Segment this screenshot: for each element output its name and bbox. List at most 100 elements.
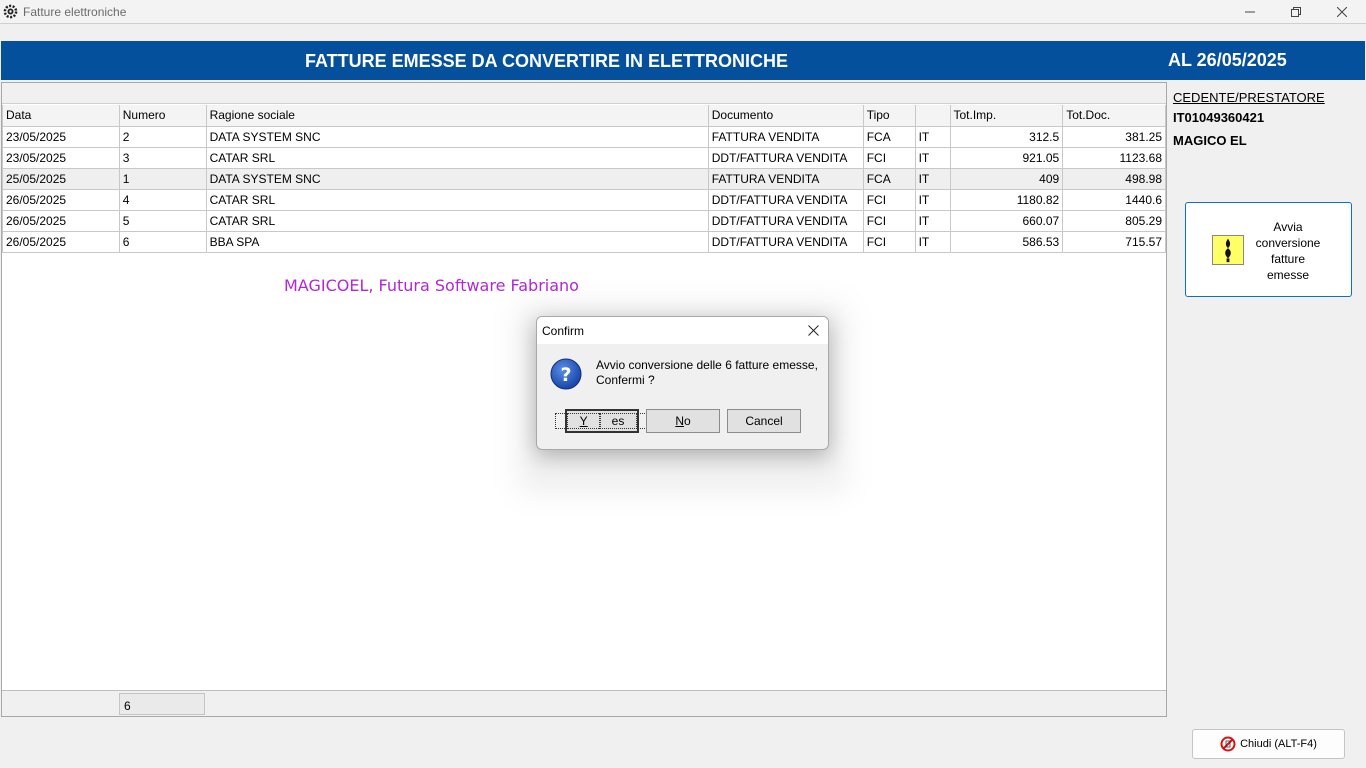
- col-header-data[interactable]: Data: [2, 105, 120, 127]
- close-icon: [807, 324, 819, 336]
- table-row-selected[interactable]: 25/05/2025 1 DATA SYSTEM SNC FATTURA VEN…: [2, 167, 1166, 190]
- cell-ragione-sociale: DATA SYSTEM SNC: [205, 167, 709, 190]
- confirm-dialog[interactable]: Confirm ? Avvio conversione delle 6 fatt…: [536, 316, 829, 450]
- window-title: Fatture elettroniche: [23, 5, 127, 19]
- col-header-tot-imp[interactable]: Tot.Imp.: [949, 105, 1064, 127]
- table-row[interactable]: 26/05/2025 4 CATAR SRL DDT/FATTURA VENDI…: [2, 188, 1166, 211]
- table-header-row: Data Numero Ragione sociale Documento Ti…: [2, 105, 1166, 127]
- col-header-tipo[interactable]: Tipo: [862, 105, 916, 127]
- cell-tot-doc: 1123.68: [1062, 146, 1166, 169]
- cell-data: 26/05/2025: [2, 230, 120, 253]
- col-header-ragione-sociale[interactable]: Ragione sociale: [205, 105, 709, 127]
- cell-ragione-sociale: DATA SYSTEM SNC: [205, 125, 709, 148]
- cell-numero: 5: [118, 209, 207, 232]
- cell-numero: 2: [118, 125, 207, 148]
- yes-mnemonic: Y: [566, 413, 601, 429]
- cancel-label: Cancel: [745, 414, 783, 428]
- table-row[interactable]: 26/05/2025 6 BBA SPA DDT/FATTURA VENDITA…: [2, 230, 1166, 253]
- no-button[interactable]: No: [646, 409, 720, 433]
- cell-tot-doc: 381.25: [1062, 125, 1166, 148]
- start-conversion-button[interactable]: Avvia conversione fatture emesse: [1185, 202, 1352, 297]
- col-header-numero[interactable]: Numero: [118, 105, 207, 127]
- cell-data: 23/05/2025: [2, 125, 120, 148]
- table-row[interactable]: 23/05/2025 2 DATA SYSTEM SNC FATTURA VEN…: [2, 125, 1166, 148]
- yes-button[interactable]: Yes: [554, 409, 650, 433]
- cell-tipo: FCI: [862, 188, 916, 211]
- cell-country: IT: [914, 146, 951, 169]
- close-icon: [1337, 7, 1347, 17]
- cell-documento: DDT/FATTURA VENDITA: [707, 188, 864, 211]
- cell-tot-imp: 921.05: [949, 146, 1064, 169]
- cell-numero: 6: [118, 230, 207, 253]
- cell-country: IT: [914, 188, 951, 211]
- question-icon: ?: [550, 358, 582, 390]
- restore-icon: [1291, 7, 1301, 17]
- svg-text:?: ?: [560, 364, 571, 386]
- cell-tipo: FCI: [862, 209, 916, 232]
- close-app-button[interactable]: Chiudi (ALT-F4): [1192, 729, 1345, 759]
- gear-icon: [3, 4, 18, 19]
- cell-tot-doc: 805.29: [1062, 209, 1166, 232]
- no-entry-icon: [1220, 736, 1236, 752]
- col-header-documento[interactable]: Documento: [707, 105, 864, 127]
- restore-button[interactable]: [1273, 0, 1319, 24]
- cell-documento: DDT/FATTURA VENDITA: [707, 230, 864, 253]
- cell-ragione-sociale: CATAR SRL: [205, 188, 709, 211]
- col-header-tot-doc[interactable]: Tot.Doc.: [1062, 105, 1166, 127]
- warning-icon: [1212, 235, 1244, 265]
- cell-data: 26/05/2025: [2, 188, 120, 211]
- dialog-title-bar: Confirm: [537, 317, 828, 344]
- cell-documento: FATTURA VENDITA: [707, 125, 864, 148]
- grid-group-strip: [2, 83, 1166, 104]
- cell-ragione-sociale: CATAR SRL: [205, 209, 709, 232]
- table-row[interactable]: 23/05/2025 3 CATAR SRL DDT/FATTURA VENDI…: [2, 146, 1166, 169]
- cell-numero: 1: [118, 167, 207, 190]
- no-mnemonic: N: [675, 414, 684, 428]
- cell-data: 23/05/2025: [2, 146, 120, 169]
- cell-tot-imp: 586.53: [949, 230, 1064, 253]
- close-window-button[interactable]: [1319, 0, 1365, 24]
- cell-tipo: FCA: [862, 125, 916, 148]
- invoice-table[interactable]: Data Numero Ragione sociale Documento Ti…: [2, 105, 1166, 253]
- minimize-button[interactable]: [1227, 0, 1273, 24]
- no-button-label: No: [675, 414, 690, 428]
- cell-country: IT: [914, 125, 951, 148]
- cell-tot-imp: 660.07: [949, 209, 1064, 232]
- cell-ragione-sociale: CATAR SRL: [205, 146, 709, 169]
- cell-documento: FATTURA VENDITA: [707, 167, 864, 190]
- cell-documento: DDT/FATTURA VENDITA: [707, 146, 864, 169]
- cell-tot-imp: 1180.82: [949, 188, 1064, 211]
- cell-data: 26/05/2025: [2, 209, 120, 232]
- no-label-rest: o: [683, 414, 691, 428]
- row-count: 6: [119, 693, 205, 715]
- cell-tot-doc: 715.57: [1062, 230, 1166, 253]
- date-label: AL 26/05/2025: [1168, 50, 1287, 70]
- dialog-message: Avvio conversione delle 6 fatture emesse…: [596, 358, 818, 387]
- title-bar: Fatture elettroniche: [0, 0, 1366, 24]
- table-row[interactable]: 26/05/2025 5 CATAR SRL DDT/FATTURA VENDI…: [2, 209, 1166, 232]
- dialog-title: Confirm: [542, 324, 585, 338]
- cell-documento: DDT/FATTURA VENDITA: [707, 209, 864, 232]
- start-conversion-label: Avvia conversione fatture emesse: [1255, 220, 1321, 282]
- minimize-icon: [1245, 11, 1255, 13]
- cell-country: IT: [914, 167, 951, 190]
- dialog-close-button[interactable]: [803, 320, 823, 340]
- vat-code: IT01049360421: [1173, 110, 1265, 125]
- yes-button-label: Yes: [554, 413, 650, 429]
- cell-tipo: FCI: [862, 146, 916, 169]
- cell-tot-imp: 312.5: [949, 125, 1064, 148]
- col-header-country[interactable]: [914, 105, 951, 127]
- cell-tot-imp: 409: [949, 167, 1064, 190]
- cancel-button[interactable]: Cancel: [727, 409, 801, 433]
- cell-numero: 4: [118, 188, 207, 211]
- header-banner: FATTURE EMESSE DA CONVERTIRE IN ELETTRON…: [1, 41, 1365, 80]
- cell-tipo: FCA: [862, 167, 916, 190]
- cedente-label: CEDENTE/PRESTATORE: [1173, 90, 1325, 105]
- close-app-label: Chiudi (ALT-F4): [1240, 738, 1317, 750]
- company-name: MAGICO EL: [1173, 133, 1247, 148]
- cell-tot-doc: 498.98: [1062, 167, 1166, 190]
- cell-ragione-sociale: BBA SPA: [205, 230, 709, 253]
- watermark-text: MAGICOEL, Futura Software Fabriano: [284, 276, 579, 295]
- cell-tot-doc: 1440.6: [1062, 188, 1166, 211]
- yes-label-rest: es: [598, 413, 638, 429]
